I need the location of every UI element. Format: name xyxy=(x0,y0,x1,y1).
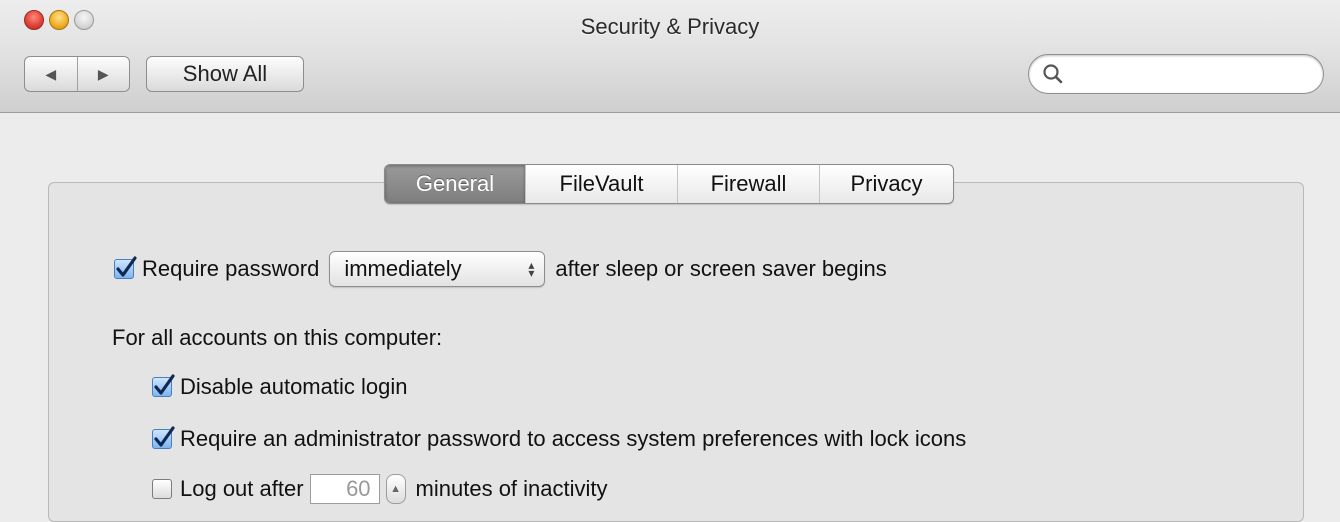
require-password-delay-select[interactable]: immediately ▴ ▾ xyxy=(329,251,546,287)
search-icon xyxy=(1043,64,1063,84)
checkmark-icon xyxy=(154,426,175,447)
logout-minutes-stepper[interactable]: ▲ xyxy=(385,474,406,504)
window-title: Security & Privacy xyxy=(580,14,760,39)
logout-after-suffix: minutes of inactivity xyxy=(415,476,608,501)
tab-general[interactable]: General xyxy=(385,165,525,203)
require-admin-password-row: Require an administrator password to acc… xyxy=(152,426,966,452)
require-password-suffix: after sleep or screen saver begins xyxy=(555,256,887,281)
accounts-heading: For all accounts on this computer: xyxy=(112,325,443,350)
require-password-checkbox[interactable] xyxy=(114,256,137,279)
require-admin-password-checkbox[interactable] xyxy=(152,426,175,449)
show-all-button[interactable]: Show All xyxy=(146,56,304,92)
disable-auto-login-row: Disable automatic login xyxy=(152,374,407,400)
popup-arrows-icon: ▴ ▾ xyxy=(528,258,535,280)
forward-arrow-icon: ▶ xyxy=(97,65,109,82)
forward-button[interactable]: ▶ xyxy=(76,57,130,91)
require-password-label: Require password xyxy=(142,256,320,281)
disable-auto-login-checkbox[interactable] xyxy=(152,374,175,397)
checkmark-icon xyxy=(154,374,175,395)
disable-auto-login-label: Disable automatic login xyxy=(180,374,408,399)
tab-filevault[interactable]: FileVault xyxy=(525,165,677,203)
general-panel xyxy=(48,182,1304,522)
logout-after-row: Log out after 60 ▲ minutes of inactivity xyxy=(152,474,608,504)
logout-after-checkbox[interactable] xyxy=(152,479,172,499)
back-forward-control: ◀ ▶ xyxy=(24,56,130,92)
tab-firewall[interactable]: Firewall xyxy=(677,165,819,203)
tab-bar: General FileVault Firewall Privacy xyxy=(384,164,954,204)
checkmark-icon xyxy=(116,256,137,277)
window-toolbar: Security & Privacy ◀ ▶ Show All xyxy=(0,0,1340,113)
require-password-row: Require password immediately ▴ ▾ after sl… xyxy=(114,251,887,287)
back-arrow-icon: ◀ xyxy=(45,65,57,82)
require-admin-password-label: Require an administrator password to acc… xyxy=(180,426,967,451)
tab-privacy[interactable]: Privacy xyxy=(819,165,953,203)
require-password-delay-value: immediately xyxy=(344,256,462,281)
search-field[interactable] xyxy=(1028,54,1324,94)
back-button[interactable]: ◀ xyxy=(25,57,77,91)
logout-after-label: Log out after xyxy=(180,476,304,501)
search-input[interactable] xyxy=(1069,59,1313,91)
logout-minutes-field[interactable]: 60 xyxy=(309,474,380,504)
